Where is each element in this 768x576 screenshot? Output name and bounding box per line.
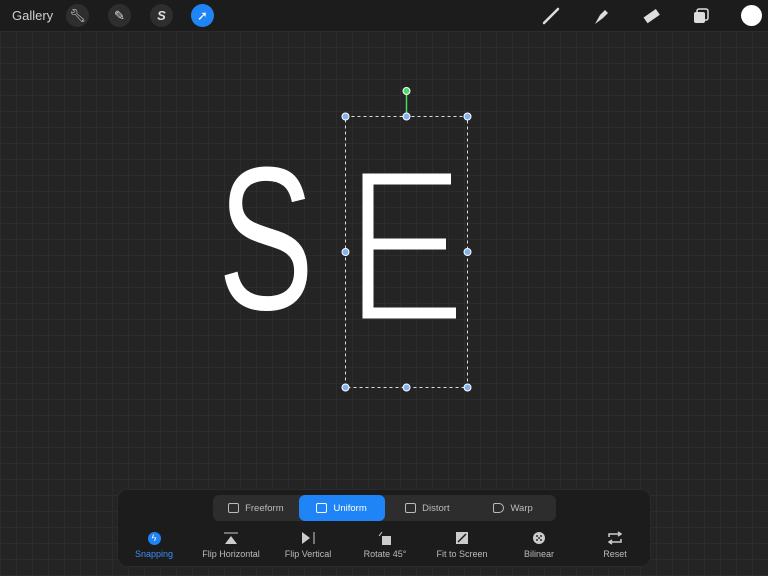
- mode-label: Freeform: [245, 503, 284, 514]
- color-picker[interactable]: [741, 5, 762, 26]
- magic-wand-icon[interactable]: ✎: [108, 4, 131, 27]
- transform-panel: Freeform Uniform Distort Warp ϟSnapping …: [117, 489, 651, 567]
- transform-arrow-icon[interactable]: ➚: [191, 4, 214, 27]
- rotate-handle[interactable]: [403, 88, 410, 95]
- brush-icon[interactable]: [541, 6, 561, 26]
- reset-button[interactable]: Reset: [570, 530, 660, 559]
- selection-icon[interactable]: S: [150, 4, 173, 27]
- transform-mode-selector: Freeform Uniform Distort Warp: [213, 495, 556, 521]
- tool-label: Flip Horizontal: [202, 549, 260, 559]
- mode-label: Warp: [510, 503, 532, 514]
- mode-distort[interactable]: Distort: [385, 495, 471, 521]
- tool-label: Reset: [603, 549, 627, 559]
- uniform-icon: [316, 503, 327, 513]
- letter-e: [368, 179, 456, 313]
- tool-label: Fit to Screen: [436, 549, 487, 559]
- layers-icon[interactable]: [691, 6, 711, 26]
- tool-label: Bilinear: [524, 549, 554, 559]
- letter-s: S: [218, 125, 314, 353]
- mode-warp[interactable]: Warp: [470, 495, 556, 521]
- smudge-icon[interactable]: [591, 6, 611, 26]
- distort-icon: [405, 503, 416, 513]
- tool-label: Flip Vertical: [285, 549, 332, 559]
- warp-icon: [493, 503, 504, 513]
- mode-freeform[interactable]: Freeform: [213, 495, 299, 521]
- eraser-icon[interactable]: [641, 6, 661, 26]
- mode-uniform[interactable]: Uniform: [299, 495, 385, 521]
- top-toolbar: Gallery 🔧︎ ✎ S ➚: [0, 0, 768, 31]
- wrench-icon[interactable]: 🔧︎: [66, 4, 89, 27]
- mode-label: Uniform: [333, 503, 366, 514]
- tool-label: Snapping: [135, 549, 173, 559]
- freeform-icon: [228, 503, 239, 513]
- tool-label: Rotate 45°: [364, 549, 407, 559]
- mode-label: Distort: [422, 503, 449, 514]
- gallery-button[interactable]: Gallery: [12, 8, 53, 23]
- resize-handles[interactable]: [342, 113, 471, 391]
- reset-icon: [570, 530, 660, 546]
